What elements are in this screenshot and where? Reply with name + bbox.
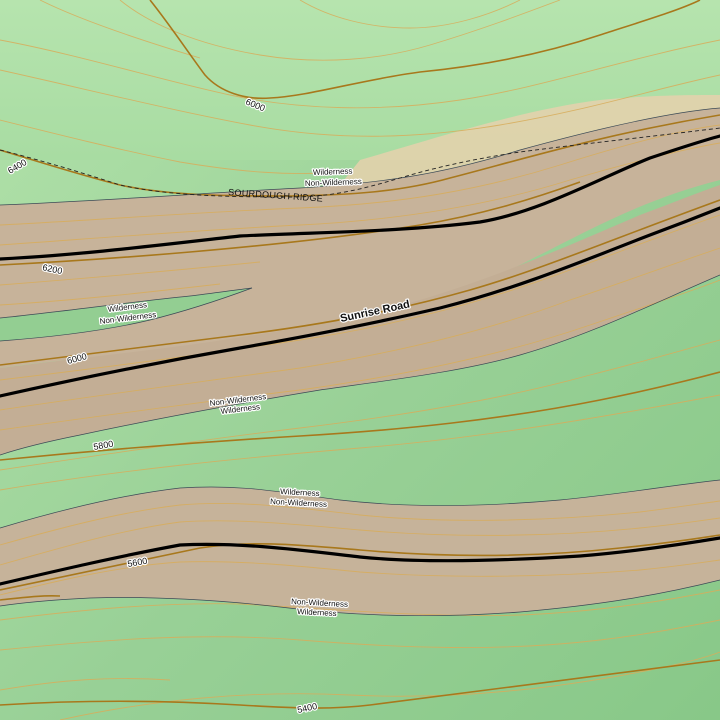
topographic-map: Sunrise Road SOURDOUGH RIDGE Wilderness … — [0, 0, 720, 720]
boundary-label-wilderness-1: Wilderness — [313, 167, 353, 177]
